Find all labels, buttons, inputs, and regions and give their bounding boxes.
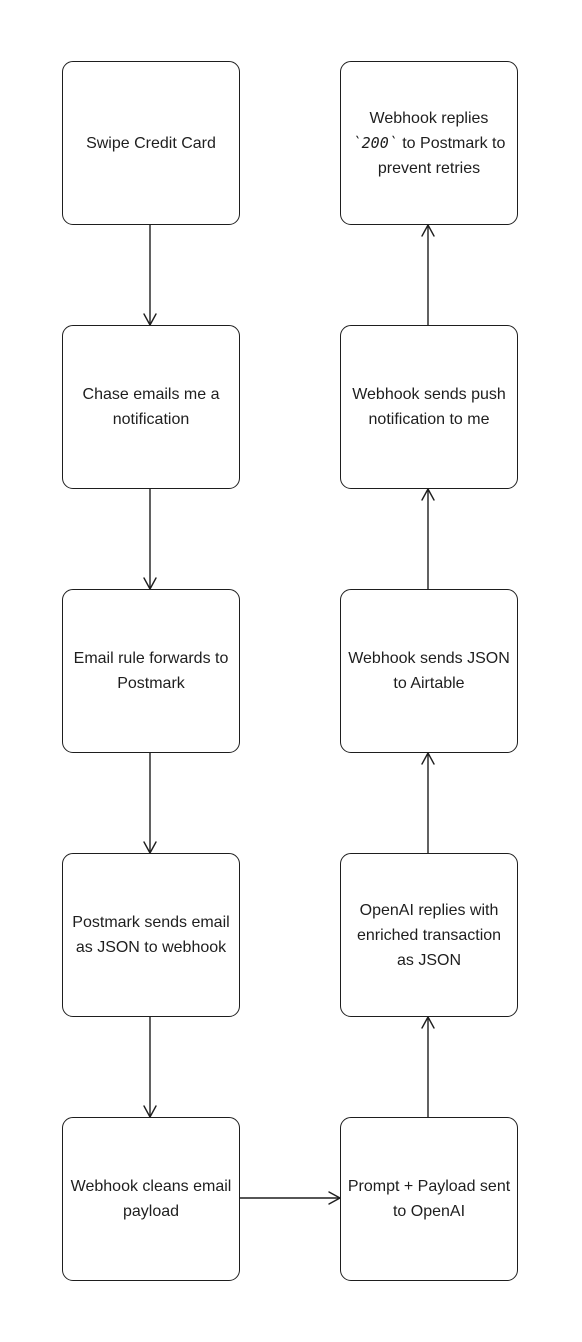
node-label: Webhook replies `200` to Postmark to pre… [352, 109, 506, 177]
arrowhead-icon [328, 1191, 341, 1205]
node-label: Chase emails me a notification [82, 386, 220, 428]
arrow-n9-n10 [421, 224, 435, 326]
node-label: Prompt + Payload sent to OpenAI [347, 1178, 511, 1220]
arrowhead-icon [421, 752, 435, 765]
arrow-n8-n9 [421, 488, 435, 590]
arrowhead-icon [421, 1016, 435, 1029]
arrow-n4-n5 [143, 1016, 157, 1118]
arrow-n7-n8 [421, 752, 435, 854]
node-label: Postmark sends email as JSON to webhook [72, 914, 230, 956]
arrowhead-icon [421, 224, 435, 237]
arrow-n2-n3 [143, 488, 157, 590]
node-label: Swipe Credit Card [86, 134, 216, 152]
node-postmark-sends-json: Postmark sends email as JSON to webhook [62, 853, 240, 1017]
node-webhook-replies-200: Webhook replies `200` to Postmark to pre… [340, 61, 518, 225]
node-label: Webhook sends push notification to me [352, 386, 506, 428]
node-webhook-push-notification: Webhook sends push notification to me [340, 325, 518, 489]
arrow-n6-n7 [421, 1016, 435, 1118]
arrowhead-icon [143, 841, 157, 854]
arrowhead-icon [143, 577, 157, 590]
node-webhook-cleans-payload: Webhook cleans email payload [62, 1117, 240, 1281]
inline-code: `200` [352, 133, 398, 152]
node-email-rule-forwards: Email rule forwards to Postmark [62, 589, 240, 753]
node-label: Webhook sends JSON to Airtable [348, 650, 510, 692]
node-label: Webhook cleans email payload [70, 1178, 232, 1220]
arrowhead-icon [143, 1105, 157, 1118]
arrowhead-icon [421, 488, 435, 501]
node-label: Email rule forwards to Postmark [73, 650, 229, 692]
arrow-n3-n4 [143, 752, 157, 854]
arrow-n1-n2 [143, 224, 157, 326]
arrow-n5-n6 [239, 1191, 341, 1205]
node-webhook-sends-airtable: Webhook sends JSON to Airtable [340, 589, 518, 753]
node-prompt-sent-openai: Prompt + Payload sent to OpenAI [340, 1117, 518, 1281]
node-label: OpenAI replies with enriched transaction… [356, 901, 502, 969]
node-openai-replies: OpenAI replies with enriched transaction… [340, 853, 518, 1017]
arrowhead-icon [143, 313, 157, 326]
node-chase-emails-notification: Chase emails me a notification [62, 325, 240, 489]
node-swipe-credit-card: Swipe Credit Card [62, 61, 240, 225]
